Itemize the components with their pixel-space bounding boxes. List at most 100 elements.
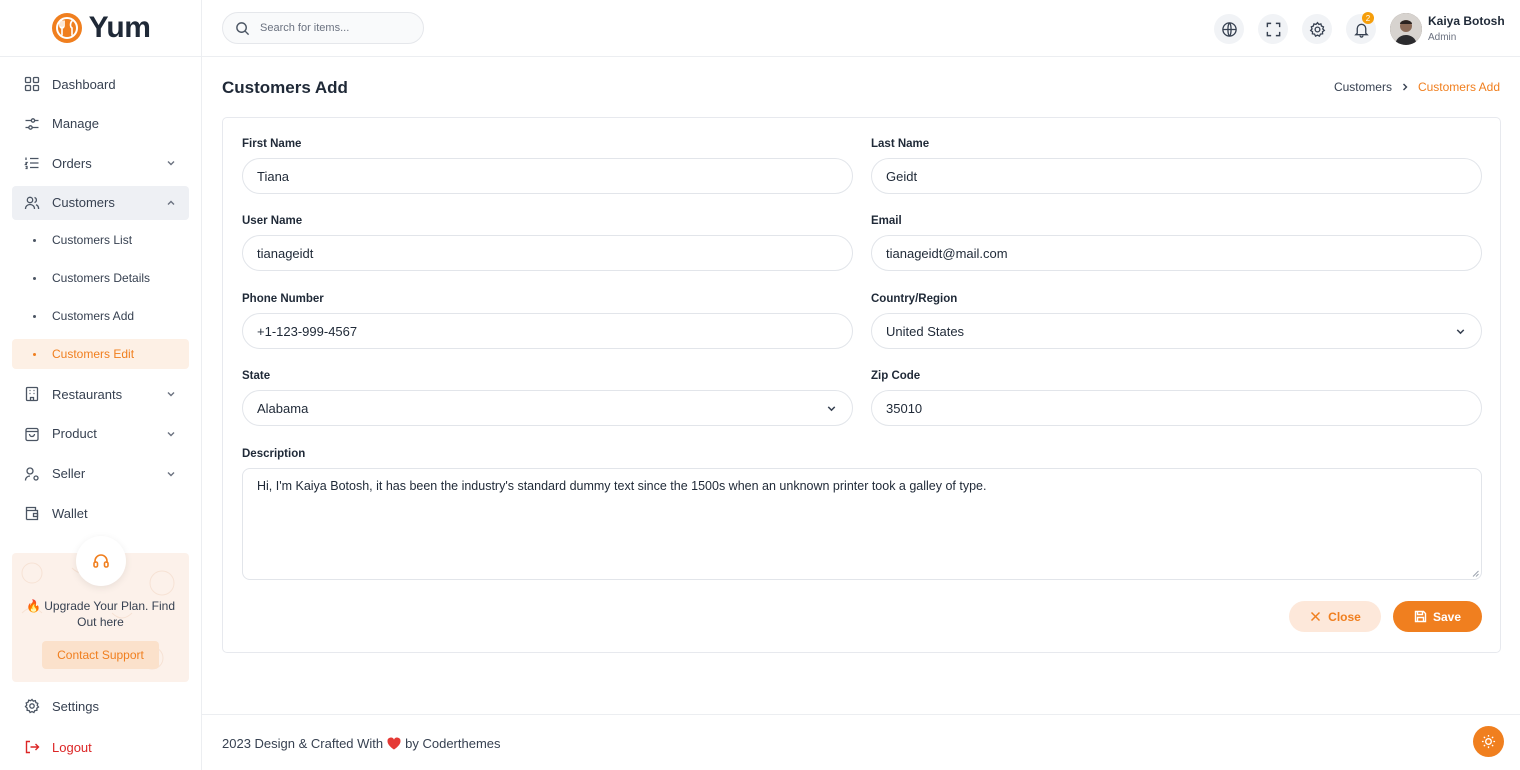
first-name-value: Tiana <box>257 168 290 184</box>
last-name-field: Last Name Geidt <box>871 138 1482 194</box>
avatar[interactable] <box>1390 13 1422 45</box>
close-button[interactable]: Close <box>1289 601 1381 632</box>
sidebar-item-seller[interactable]: Seller <box>12 457 189 491</box>
wallet-icon <box>25 507 39 521</box>
user-name-input[interactable]: tianageidt <box>242 235 853 271</box>
list-ordered-icon <box>24 157 39 170</box>
settings-button[interactable] <box>1302 14 1332 44</box>
chevron-right-icon <box>1402 83 1408 91</box>
zip-input[interactable]: 35010 <box>871 390 1482 426</box>
headset-icon <box>93 554 109 568</box>
theme-toggle-button[interactable] <box>1473 726 1504 757</box>
gear-icon <box>1309 21 1325 37</box>
chevron-down-icon <box>167 161 175 166</box>
first-name-field: First Name Tiana <box>242 138 853 194</box>
contact-support-button[interactable]: Contact Support <box>42 641 159 669</box>
state-select[interactable]: Alabama <box>242 390 853 426</box>
sidebar-item-product[interactable]: Product <box>12 417 189 451</box>
submenu-item-customers-details[interactable]: Customers Details <box>12 263 189 293</box>
breadcrumb-item-customers[interactable]: Customers <box>1334 80 1392 94</box>
sidebar-item-label: Wallet <box>52 505 88 521</box>
state-field: State Alabama <box>242 370 853 426</box>
sidebar-item-wallet[interactable]: Wallet <box>12 496 189 530</box>
sidebar-item-customers[interactable]: Customers <box>12 185 189 220</box>
chevron-down-icon <box>1456 328 1465 334</box>
footer-text: 2023 Design & Crafted With by Codertheme… <box>222 736 501 751</box>
user-name-value: tianageidt <box>257 245 314 261</box>
fullscreen-icon <box>1266 22 1280 36</box>
email-label: Email <box>871 215 902 227</box>
zip-field: Zip Code 35010 <box>871 370 1482 426</box>
sun-icon <box>1481 734 1496 749</box>
last-name-value: Geidt <box>886 168 918 184</box>
submenu-item-customers-add[interactable]: Customers Add <box>12 301 189 331</box>
bullet-dot <box>33 314 36 318</box>
sidebar-item-label: Logout <box>52 739 92 755</box>
customer-form-card: First Name Tiana Last Name Geidt User Na… <box>222 117 1501 653</box>
upgrade-promo-card: 🔥 Upgrade Your Plan. Find Out here Conta… <box>12 536 189 682</box>
customers-submenu: Customers List Customers Details Custome… <box>12 225 189 370</box>
footer: 2023 Design & Crafted With by Codertheme… <box>202 714 1520 770</box>
heart-icon <box>387 737 401 750</box>
resize-handle-icon[interactable] <box>1472 570 1479 577</box>
brand[interactable]: Yum <box>0 0 201 57</box>
zip-value: 35010 <box>886 400 923 416</box>
sidebar-logout-wrap: Logout <box>12 730 189 764</box>
country-select[interactable]: United States <box>871 313 1482 349</box>
state-value: Alabama <box>257 400 309 416</box>
submenu-item-label: Customers List <box>52 233 133 248</box>
sidebar-item-label: Settings <box>52 698 99 714</box>
submenu-item-customers-list[interactable]: Customers List <box>12 225 189 255</box>
sidebar-item-label: Manage <box>52 116 99 132</box>
email-value: tianageidt@mail.com <box>886 245 1008 261</box>
last-name-input[interactable]: Geidt <box>871 158 1482 194</box>
headset-badge <box>76 536 126 586</box>
user-name-label: User Name <box>242 215 303 227</box>
chevron-down-icon <box>827 405 836 411</box>
search-box[interactable] <box>222 12 424 44</box>
notification-count-badge: 2 <box>1362 12 1374 24</box>
user-name[interactable]: Kaiya Botosh <box>1428 14 1505 28</box>
last-name-label: Last Name <box>871 138 930 150</box>
sidebar-nav: Dashboard Manage Orders Customers Custom… <box>0 57 201 530</box>
brand-name: Yum <box>88 11 151 44</box>
sidebar-item-label: Dashboard <box>52 76 116 92</box>
breadcrumb-item-current: Customers Add <box>1417 80 1500 94</box>
sidebar-item-orders[interactable]: Orders <box>12 146 189 180</box>
sidebar-item-logout[interactable]: Logout <box>12 730 189 764</box>
breadcrumb: Customers Customers Add <box>1334 80 1500 94</box>
phone-field: Phone Number +1-123-999-4567 <box>242 293 853 349</box>
submenu-item-customers-edit[interactable]: Customers Edit <box>12 339 189 370</box>
logo-icon <box>51 13 82 43</box>
bullet-dot <box>33 238 36 242</box>
user-role: Admin <box>1428 32 1457 43</box>
globe-icon <box>1221 21 1237 37</box>
shopping-bag-icon <box>25 427 39 442</box>
logout-icon <box>25 740 40 754</box>
description-textarea[interactable]: Hi, I'm Kaiya Botosh, it has been the in… <box>242 468 1482 580</box>
sidebar-item-label: Customers <box>52 195 115 211</box>
search-input[interactable] <box>260 22 410 34</box>
state-label: State <box>242 370 271 382</box>
chevron-down-icon <box>167 431 175 437</box>
bullet-dot <box>33 352 36 356</box>
close-button-label: Close <box>1328 609 1361 624</box>
fullscreen-button[interactable] <box>1258 14 1288 44</box>
save-button[interactable]: Save <box>1393 601 1482 632</box>
sidebar-item-settings[interactable]: Settings <box>12 689 189 723</box>
notifications-button[interactable]: 2 <box>1346 12 1376 44</box>
user-name-field: User Name tianageidt <box>242 215 853 271</box>
country-label: Country/Region <box>871 293 958 305</box>
first-name-input[interactable]: Tiana <box>242 158 853 194</box>
page-title: Customers Add <box>222 78 348 97</box>
sidebar-item-dashboard[interactable]: Dashboard <box>12 67 189 101</box>
submenu-item-label: Customers Add <box>52 309 135 324</box>
sidebar-item-manage[interactable]: Manage <box>12 107 189 141</box>
sidebar-item-restaurants[interactable]: Restaurants <box>12 377 189 411</box>
email-input[interactable]: tianageidt@mail.com <box>871 235 1482 271</box>
submenu-item-label: Customers Edit <box>52 347 135 362</box>
topbar: 2 Kaiya Botosh Admin <box>202 0 1520 57</box>
language-button[interactable] <box>1214 14 1244 44</box>
avatar-image <box>1390 13 1422 45</box>
phone-input[interactable]: +1-123-999-4567 <box>242 313 853 349</box>
